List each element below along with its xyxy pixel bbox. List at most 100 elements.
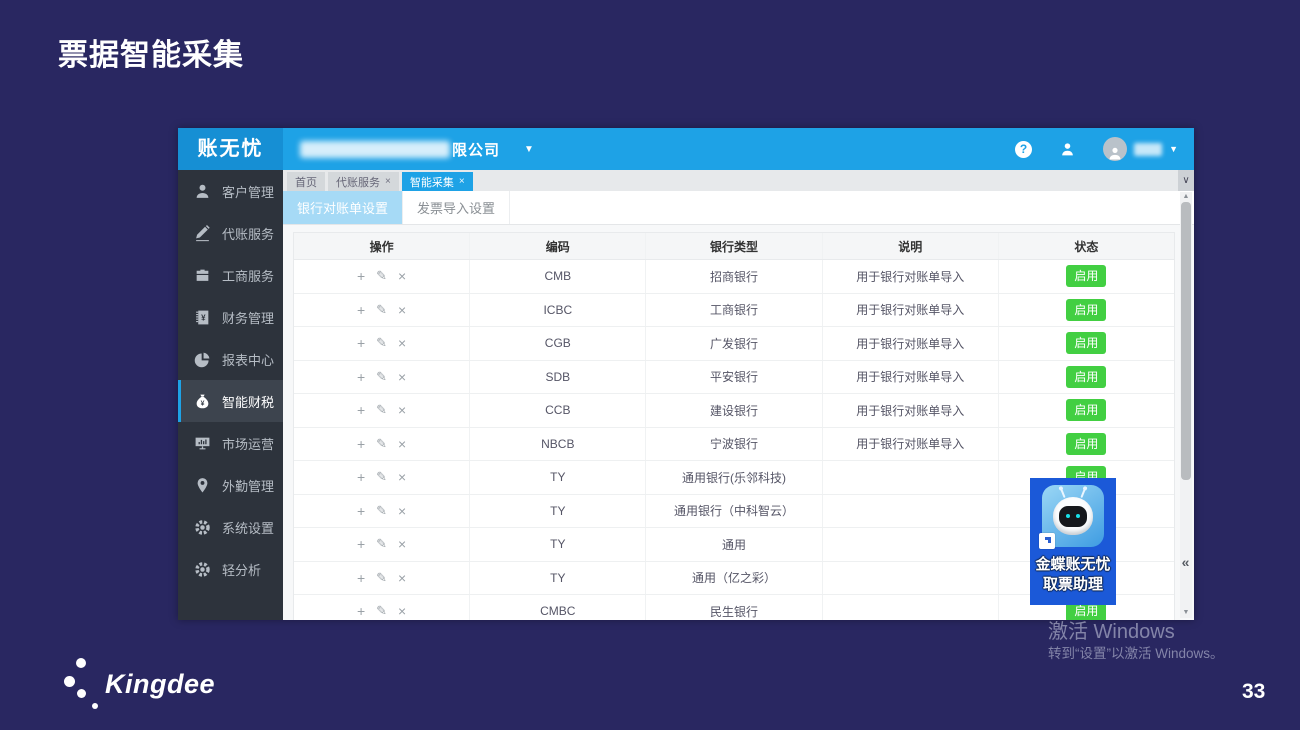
desc-cell	[823, 528, 999, 561]
edit-icon[interactable]: ✎	[376, 536, 387, 552]
desc-cell	[823, 495, 999, 528]
add-icon[interactable]: +	[357, 402, 365, 418]
delete-icon[interactable]: ×	[398, 402, 406, 418]
delete-icon[interactable]: ×	[398, 268, 406, 284]
status-enabled-button[interactable]: 启用	[1066, 299, 1106, 321]
scrollbar-thumb[interactable]	[1181, 202, 1191, 480]
add-icon[interactable]: +	[357, 603, 365, 619]
code-cell: NBCB	[470, 428, 646, 461]
status-enabled-button[interactable]: 启用	[1066, 366, 1106, 388]
edit-icon[interactable]: ✎	[376, 335, 387, 351]
shortcut-label-line1: 金蝶账无忧	[1035, 555, 1110, 575]
subtab-invoice-import-settings[interactable]: 发票导入设置	[403, 191, 510, 224]
tab-list-chevron-icon[interactable]: ∨	[1178, 170, 1194, 191]
status-cell: 启用	[999, 428, 1174, 461]
status-cell: 启用	[999, 260, 1174, 293]
collapse-panel-icon[interactable]: «	[1178, 552, 1193, 574]
sidebar-item-market-ops[interactable]: 市场运营	[178, 422, 283, 464]
sidebar-item-customer-mgmt[interactable]: 客户管理	[178, 170, 283, 212]
edit-icon[interactable]: ✎	[376, 603, 387, 619]
desc-cell: 用于银行对账单导入	[823, 394, 999, 427]
avatar[interactable]	[1103, 137, 1127, 161]
sidebar-item-smart-finance-tax[interactable]: ¥ 智能财税	[178, 380, 283, 422]
delete-icon[interactable]: ×	[398, 469, 406, 485]
add-icon[interactable]: +	[357, 469, 365, 485]
sidebar-item-label: 工商服务	[222, 266, 274, 285]
code-cell: TY	[470, 562, 646, 595]
edit-icon[interactable]: ✎	[376, 369, 387, 385]
tab-label: 首页	[295, 174, 317, 190]
sidebar-item-field-mgmt[interactable]: 外勤管理	[178, 464, 283, 506]
add-icon[interactable]: +	[357, 268, 365, 284]
status-cell: 启用	[999, 361, 1174, 394]
kingdee-logo: Kingdee	[55, 650, 275, 722]
ledger-icon: ¥	[194, 309, 211, 326]
add-icon[interactable]: +	[357, 503, 365, 519]
edit-icon[interactable]: ✎	[376, 302, 387, 318]
sidebar-item-label: 市场运营	[222, 434, 274, 453]
status-enabled-button[interactable]: 启用	[1066, 265, 1106, 287]
status-enabled-button[interactable]: 启用	[1066, 433, 1106, 455]
scroll-up-icon[interactable]: ▲	[1180, 192, 1192, 202]
edit-icon[interactable]: ✎	[376, 469, 387, 485]
edit-icon[interactable]: ✎	[376, 436, 387, 452]
tab-smart-collection[interactable]: 智能采集×	[402, 172, 473, 191]
edit-icon[interactable]: ✎	[376, 570, 387, 586]
sidebar-item-bookkeeping[interactable]: 代账服务	[178, 212, 283, 254]
robot-head	[1053, 497, 1093, 535]
scroll-down-icon[interactable]: ▼	[1180, 608, 1192, 618]
status-enabled-button[interactable]: 启用	[1066, 332, 1106, 354]
bank-cell: 通用银行（中科智云）	[646, 495, 822, 528]
add-icon[interactable]: +	[357, 436, 365, 452]
status-cell: 启用	[999, 394, 1174, 427]
chevron-down-icon[interactable]: ▼	[524, 144, 534, 155]
desc-cell	[823, 461, 999, 494]
close-icon[interactable]: ×	[385, 176, 391, 187]
sidebar-item-finance-mgmt[interactable]: ¥ 财务管理	[178, 296, 283, 338]
delete-icon[interactable]: ×	[398, 536, 406, 552]
add-icon[interactable]: +	[357, 302, 365, 318]
delete-icon[interactable]: ×	[398, 570, 406, 586]
delete-icon[interactable]: ×	[398, 302, 406, 318]
delete-icon[interactable]: ×	[398, 436, 406, 452]
table-row: +✎× CCB 建设银行 用于银行对账单导入 启用	[294, 394, 1174, 428]
sidebar-item-business-services[interactable]: 工商服务	[178, 254, 283, 296]
sidebar-item-label: 轻分析	[222, 560, 261, 579]
company-selector[interactable]: 限公司 ▼	[300, 128, 534, 170]
delete-icon[interactable]: ×	[398, 369, 406, 385]
robot-eye	[1076, 514, 1080, 518]
sidebar-item-label: 客户管理	[222, 182, 274, 201]
help-icon[interactable]: ?	[1015, 141, 1032, 158]
add-icon[interactable]: +	[357, 536, 365, 552]
subtab-bank-statement-settings[interactable]: 银行对账单设置	[283, 191, 403, 224]
add-icon[interactable]: +	[357, 335, 365, 351]
bank-cell: 通用（亿之彩）	[646, 562, 822, 595]
bank-cell: 建设银行	[646, 394, 822, 427]
edit-icon[interactable]: ✎	[376, 402, 387, 418]
tab-bookkeeping[interactable]: 代账服务×	[328, 172, 399, 191]
windows-activation-watermark: 激活 Windows	[1048, 615, 1175, 644]
status-enabled-button[interactable]: 启用	[1066, 399, 1106, 421]
chevron-down-icon[interactable]: ▼	[1169, 144, 1178, 154]
bank-cell: 平安银行	[646, 361, 822, 394]
close-icon[interactable]: ×	[459, 176, 465, 187]
delete-icon[interactable]: ×	[398, 603, 406, 619]
shortcut-label: 金蝶账无忧 取票助理	[1035, 555, 1110, 595]
edit-icon[interactable]: ✎	[376, 268, 387, 284]
code-cell: TY	[470, 528, 646, 561]
add-icon[interactable]: +	[357, 369, 365, 385]
delete-icon[interactable]: ×	[398, 335, 406, 351]
bank-cell: 通用	[646, 528, 822, 561]
pencil-icon	[194, 225, 211, 242]
user-icon[interactable]	[1059, 141, 1076, 158]
col-code: 编码	[470, 233, 646, 259]
desc-cell: 用于银行对账单导入	[823, 294, 999, 327]
tab-home[interactable]: 首页	[287, 172, 325, 191]
sidebar-item-report-center[interactable]: 报表中心	[178, 338, 283, 380]
edit-icon[interactable]: ✎	[376, 503, 387, 519]
sidebar-item-light-analysis[interactable]: 轻分析	[178, 548, 283, 590]
add-icon[interactable]: +	[357, 570, 365, 586]
desktop-shortcut-ticket-assistant[interactable]: 金蝶账无忧 取票助理	[1030, 478, 1116, 605]
sidebar-item-system-settings[interactable]: 系统设置	[178, 506, 283, 548]
delete-icon[interactable]: ×	[398, 503, 406, 519]
